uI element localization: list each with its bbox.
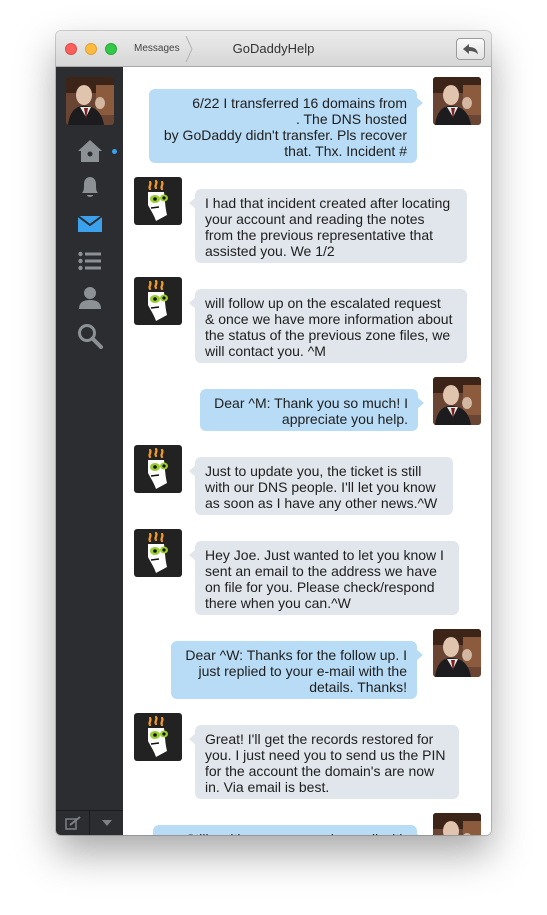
window-title: GoDaddyHelp [232,41,315,56]
sidebar-item-lists[interactable] [74,245,106,277]
sidebar-menu-button[interactable] [89,811,123,835]
sidebar-item-search[interactable] [74,320,106,352]
message-bubble-incoming[interactable]: will follow up on the escalated request … [189,289,467,363]
reply-button[interactable] [456,38,485,60]
home-icon [78,140,102,162]
compose-icon [64,816,81,830]
sidebar [56,67,123,835]
breadcrumb-chevron-icon [185,35,193,63]
title-bar: Messages GoDaddyHelp [56,31,491,67]
back-to-messages-button[interactable]: Messages [126,37,188,61]
my-avatar[interactable] [433,77,481,125]
message-bubble-incoming[interactable]: Just to update you, the ticket is still … [189,457,453,515]
conversation-view[interactable]: 6/22 I transferred 16 domains from . The… [123,67,491,835]
godaddy-avatar[interactable] [134,177,182,225]
message-bubble-outgoing[interactable]: Still waiting on your reply email with [153,825,423,835]
my-avatar[interactable] [433,629,481,677]
zoom-window-button[interactable] [105,43,117,55]
message-bubble-incoming[interactable]: I had that incident created after locati… [189,189,467,263]
sidebar-item-notifications[interactable] [74,171,106,203]
godaddy-avatar[interactable] [134,529,182,577]
app-window: Messages GoDaddyHelp 6/22 I transferred … [56,31,491,835]
godaddy-avatar[interactable] [134,277,182,325]
godaddy-avatar[interactable] [134,713,182,761]
message-bubble-outgoing[interactable]: 6/22 I transferred 16 domains from . The… [149,89,423,163]
sidebar-item-messages[interactable] [74,208,106,240]
search-icon [78,324,103,349]
home-unread-dot [112,149,117,154]
sidebar-footer [56,810,123,835]
godaddy-avatar[interactable] [134,445,182,493]
message-bubble-incoming[interactable]: Hey Joe. Just wanted to let you know I s… [189,541,459,615]
minimize-window-button[interactable] [85,43,97,55]
person-icon [79,287,101,309]
list-icon [78,251,101,271]
mail-icon [77,215,103,232]
my-avatar[interactable] [433,813,481,835]
message-bubble-incoming[interactable]: Great! I'll get the records restored for… [189,725,459,799]
current-user-avatar[interactable] [66,77,114,125]
message-bubble-outgoing[interactable]: Dear ^W: Thanks for the follow up. I jus… [171,641,423,699]
sidebar-item-profile[interactable] [74,282,106,314]
close-window-button[interactable] [65,43,77,55]
my-avatar[interactable] [433,377,481,425]
reply-arrow-icon [463,44,478,55]
bell-icon [82,177,98,197]
message-bubble-outgoing[interactable]: Dear ^M: Thank you so much! I appreciate… [200,389,424,431]
sidebar-item-home[interactable] [74,135,106,167]
compose-button[interactable] [56,811,89,835]
chevron-down-icon [101,820,112,826]
